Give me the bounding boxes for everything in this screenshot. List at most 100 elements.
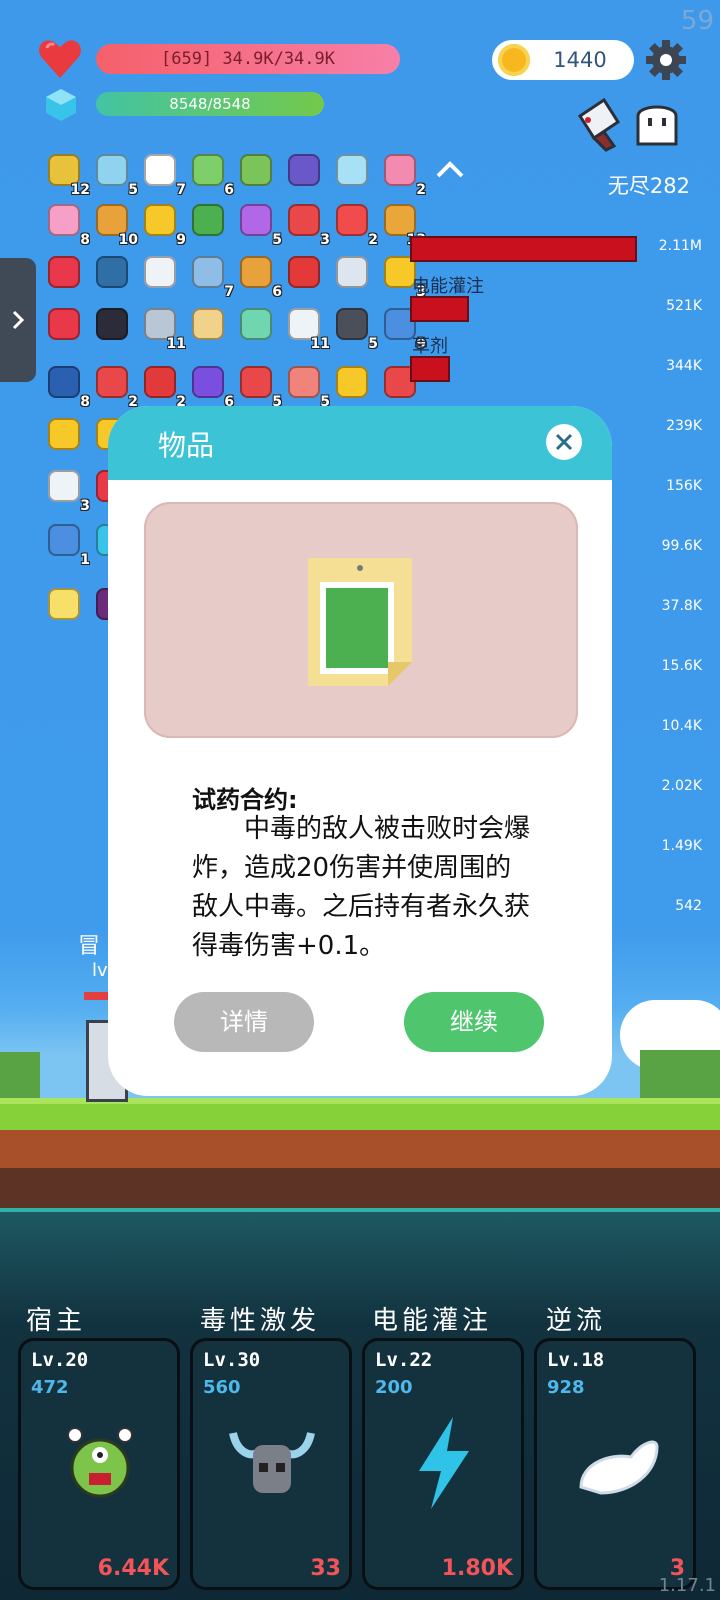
shirt-icon[interactable]: 7	[188, 252, 234, 300]
damage-value: 521K	[666, 298, 702, 314]
skill-card[interactable]: Lv.20 472 6.44K	[18, 1338, 180, 1590]
close-icon	[555, 433, 573, 451]
skill-value: 1.80K	[441, 1556, 513, 1581]
pill-icon[interactable]: 2	[332, 200, 378, 248]
item-count: 8	[80, 232, 90, 248]
jam-jar-icon[interactable]	[44, 304, 84, 344]
envelope-icon[interactable]: 11	[284, 304, 330, 352]
damage-bar-label: 电能灌注	[412, 276, 484, 297]
ruby-icon[interactable]	[44, 252, 84, 292]
item-count: 5	[128, 182, 138, 198]
item-count: 7	[224, 284, 234, 300]
scroll-icon[interactable]	[188, 304, 228, 344]
cloud-icon[interactable]	[140, 252, 180, 292]
dice-icon[interactable]: 3	[44, 466, 90, 514]
damage-value: 239K	[666, 418, 702, 434]
damage-bar	[410, 356, 450, 382]
skill-level: Lv.18	[547, 1349, 605, 1371]
damage-bar	[410, 296, 469, 322]
wind-lines-icon[interactable]	[332, 252, 372, 292]
bulb-tile-icon[interactable]	[44, 584, 84, 624]
item-count: 10	[118, 232, 138, 248]
sock-icon[interactable]: 3	[284, 200, 330, 248]
damage-value: 2.02K	[661, 778, 702, 794]
gear-icon[interactable]	[644, 38, 688, 82]
ring-icon[interactable]	[332, 362, 372, 402]
hp-bar: [659] 34.9K/34.9K	[96, 44, 400, 74]
damage-bar-label: 草剂	[412, 336, 448, 357]
skill-name: 电能灌注	[372, 1306, 493, 1336]
target-icon[interactable]: 8	[44, 362, 90, 410]
money-heart-icon[interactable]: 6	[188, 150, 234, 198]
skill-number: 472	[31, 1377, 69, 1398]
skill-value: 33	[310, 1556, 341, 1581]
ground-dirt-dark	[0, 1168, 720, 1208]
crystal-ball-icon[interactable]: 5	[236, 200, 282, 248]
viking-skull-icon	[227, 1413, 317, 1513]
item-count: 3	[320, 232, 330, 248]
skill-number: 560	[203, 1377, 241, 1398]
item-count: 6	[272, 284, 282, 300]
skill-card[interactable]: Lv.22 200 1.80K	[362, 1338, 524, 1590]
potion-orb-icon[interactable]	[332, 150, 372, 190]
magnet-icon[interactable]	[284, 252, 324, 292]
damage-value: 99.6K	[661, 538, 702, 554]
water-surface	[0, 1208, 720, 1212]
item-description: 中毒的敌人被击败时会爆炸，造成20伤害并使周围的敌人中毒。之后持有者永久获得毒伤…	[192, 814, 531, 961]
hero-hp-bar	[84, 992, 110, 1000]
continue-button[interactable]: 继续	[404, 992, 544, 1052]
coin-counter: 1440	[492, 40, 634, 80]
steak-icon[interactable]: 5	[284, 362, 330, 410]
hill-right	[640, 1050, 720, 1098]
close-button[interactable]	[546, 424, 582, 460]
pineapple-small-icon[interactable]: 13	[380, 200, 426, 248]
damage-value: 1.49K	[661, 838, 702, 854]
damage-value: 344K	[666, 358, 702, 374]
skill-name: 宿主	[26, 1306, 87, 1336]
item-count: 5	[368, 336, 378, 352]
star-box-icon[interactable]: 6	[188, 362, 234, 410]
skull-book-icon[interactable]: 5	[332, 304, 378, 352]
item-count: 3	[80, 498, 90, 514]
mushroom-icon[interactable]: 5	[236, 362, 282, 410]
chevron-up-icon[interactable]	[432, 152, 468, 188]
ice-cream-icon[interactable]: 8	[44, 200, 90, 248]
ground-dirt	[0, 1130, 720, 1168]
skill-name: 逆流	[546, 1306, 607, 1336]
side-drawer-tab[interactable]	[0, 258, 36, 382]
details-button[interactable]: 详情	[174, 992, 314, 1052]
damage-value: 156K	[666, 478, 702, 494]
item-dialog: 物品 试药合约: 中毒的敌人被击败时会爆炸，造成20伤害并使周围的敌人中毒。之后…	[108, 406, 612, 1096]
green-card-icon[interactable]	[188, 200, 228, 240]
ghost-icon[interactable]	[632, 98, 682, 148]
alien-icon[interactable]	[236, 304, 276, 344]
sun-icon[interactable]: 9	[140, 200, 186, 248]
magic-wand-icon[interactable]	[44, 414, 84, 454]
dagger-icon[interactable]: 11	[140, 304, 186, 352]
pineapple-icon[interactable]: 12	[44, 150, 90, 198]
contract-icon	[308, 558, 412, 686]
skill-card[interactable]: Lv.18 928 3	[534, 1338, 696, 1590]
ghost-icon[interactable]: 7	[140, 150, 186, 198]
bat-icon[interactable]	[92, 304, 132, 344]
version-label: 1.17.1	[658, 1575, 716, 1596]
book-icon[interactable]: 10	[92, 200, 138, 248]
item-count: 2	[368, 232, 378, 248]
lightning-icon	[399, 1413, 489, 1513]
speech-bubble-icon[interactable]	[92, 252, 132, 292]
briefcase-icon[interactable]: 6	[236, 252, 282, 300]
mana-bar: 8548/8548	[96, 92, 324, 116]
wizard-hat-icon[interactable]	[284, 150, 324, 190]
thermometer-icon[interactable]: 2	[92, 362, 138, 410]
skill-card[interactable]: Lv.30 560 33	[190, 1338, 352, 1590]
spray-bottle-icon[interactable]: 2	[380, 150, 426, 198]
syringe-icon[interactable]: 5	[92, 150, 138, 198]
shield-icon[interactable]: 1	[44, 520, 90, 568]
coin-icon	[498, 44, 530, 76]
flask-icon[interactable]	[236, 150, 276, 190]
item-count: 11	[166, 336, 186, 352]
cleaver-icon[interactable]	[574, 96, 630, 152]
item-count: 12	[70, 182, 90, 198]
apple-icon[interactable]: 2	[140, 362, 186, 410]
item-count: 5	[272, 232, 282, 248]
